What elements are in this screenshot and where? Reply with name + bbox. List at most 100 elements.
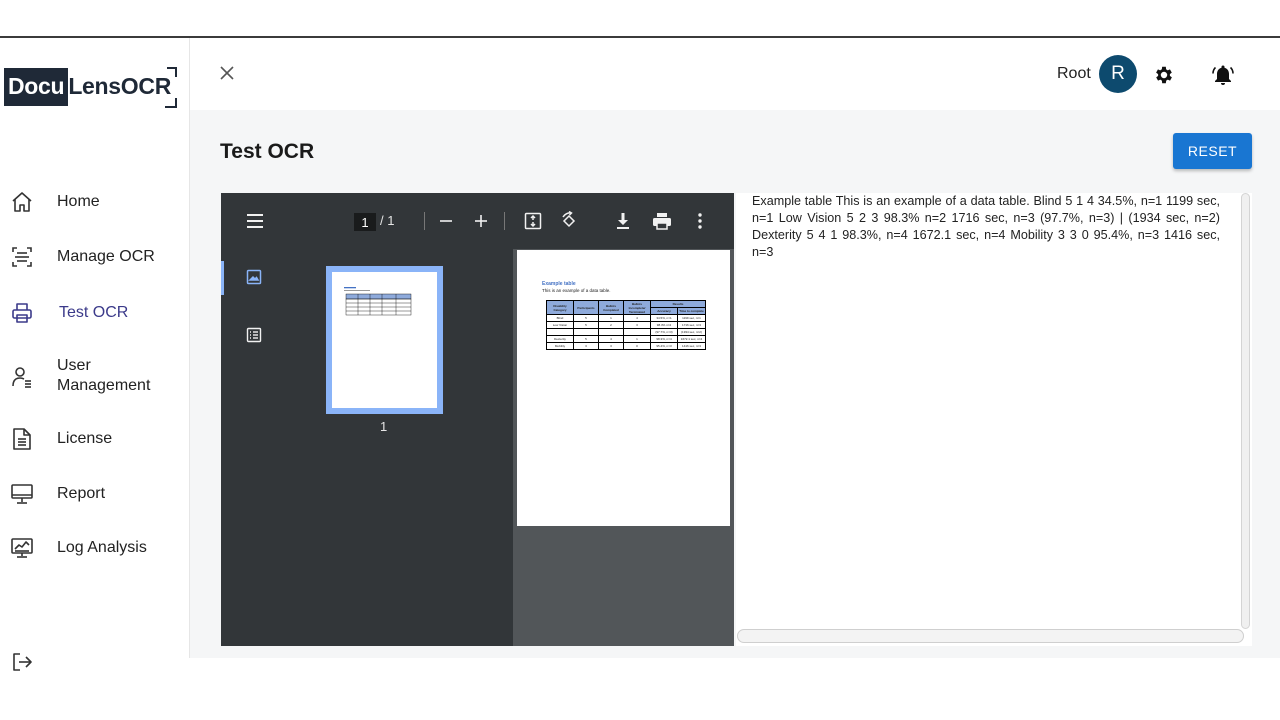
table-cell: Mobility: [546, 342, 574, 350]
toolbar-divider: [424, 212, 425, 230]
gear-icon[interactable]: [1153, 64, 1175, 86]
table-subheader: Accuracy: [650, 307, 678, 315]
table-cell: 5: [573, 321, 599, 329]
sidebar-item-license[interactable]: License: [0, 425, 189, 453]
sidebar: Docu LensOCR: [0, 38, 190, 658]
table-cell: 3: [573, 342, 599, 350]
horizontal-scrollbar[interactable]: [737, 629, 1244, 643]
menu-icon[interactable]: [245, 211, 265, 231]
pdf-viewer: 1 / 1 1 Example table This is an example…: [221, 193, 734, 646]
table-cell: 98.3%, n=4: [650, 335, 678, 343]
table-cell: 98.3% n=2: [650, 321, 678, 329]
logo-light-part: LensOCR: [68, 67, 177, 108]
active-tab-indicator: [221, 261, 224, 295]
table-cell: 5: [573, 314, 599, 322]
doc-title: Example table: [542, 281, 576, 287]
table-cell: 95.4%, n=3: [650, 342, 678, 350]
table-cell: [598, 328, 624, 336]
bell-ringing-icon[interactable]: [1211, 63, 1235, 87]
fit-page-icon[interactable]: [523, 211, 543, 231]
ocr-result-text: Example table This is an example of a da…: [752, 194, 1220, 259]
table-cell: (97.7%, n=3): [650, 328, 678, 336]
zoom-out-icon[interactable]: [436, 211, 456, 231]
doc-table: Disability Category Participants Ballots…: [546, 300, 706, 350]
table-header: Results: [650, 300, 706, 308]
download-icon[interactable]: [613, 211, 633, 231]
reset-button[interactable]: RESET: [1173, 133, 1252, 169]
sidebar-item-label: Report: [57, 485, 106, 502]
table-cell: 1: [598, 314, 624, 322]
scan-icon: [9, 244, 35, 270]
app-logo[interactable]: Docu LensOCR: [4, 65, 177, 109]
table-cell: 0: [623, 342, 651, 350]
logout-icon[interactable]: [10, 650, 34, 674]
rotate-icon[interactable]: [558, 210, 580, 232]
sidebar-item-label: Log Analysis: [57, 539, 147, 556]
table-cell: Blind: [546, 314, 574, 322]
pdf-toolbar: 1 / 1: [221, 193, 734, 249]
table-cell: 1199 sec, n=1: [677, 314, 706, 322]
table-cell: 1672.1 sec, n=4: [677, 335, 706, 343]
user-manage-icon: [9, 364, 35, 390]
table-cell: Low Vision: [546, 321, 574, 329]
table-cell: (1934 sec, n=2): [677, 328, 706, 336]
table-cell: 3: [623, 321, 651, 329]
sidebar-item-log-analysis[interactable]: Log Analysis: [0, 534, 189, 562]
table-row: Blind 5 1 4 34.5%, n=1 1199 sec, n=1: [546, 314, 706, 322]
table-cell: 3: [598, 342, 624, 350]
table-row: Dexterity 5 4 1 98.3%, n=4 1672.1 sec, n=4: [546, 335, 706, 343]
table-cell: [623, 328, 651, 336]
sidebar-item-report[interactable]: Report: [0, 480, 189, 508]
sidebar-item-home[interactable]: Home: [0, 188, 189, 216]
table-cell: 1: [623, 335, 651, 343]
table-cell: 1416 sec, n=3: [677, 342, 706, 350]
document-icon: [9, 426, 35, 452]
thumbnail-page-number: 1: [380, 419, 388, 434]
sidebar-item-label: Home: [57, 193, 100, 210]
more-options-icon[interactable]: [691, 211, 709, 231]
printer-icon: [9, 300, 35, 326]
page-title: Test OCR: [220, 140, 315, 163]
table-cell: 2: [598, 321, 624, 329]
toolbar-divider: [504, 212, 505, 230]
sidebar-item-label: Manage OCR: [57, 248, 155, 265]
vertical-scrollbar[interactable]: [1241, 193, 1250, 629]
page-thumbnail[interactable]: [326, 266, 443, 414]
logo-dark-part: Docu: [4, 68, 69, 106]
table-cell: [546, 328, 574, 336]
doc-subtitle: This is an example of a data table.: [542, 288, 611, 293]
monitor-icon: [9, 481, 35, 507]
table-header: Ballots Completed: [598, 300, 624, 315]
thumbnail-preview: [344, 287, 412, 316]
table-cell: 34.5%, n=1: [650, 314, 678, 322]
sidebar-item-label: User Management: [57, 357, 151, 394]
close-icon[interactable]: [218, 64, 236, 82]
page-number-input[interactable]: 1: [354, 213, 376, 231]
page-count: / 1: [380, 213, 395, 228]
table-header: Participants: [573, 300, 599, 315]
table-cell: 4: [623, 314, 651, 322]
sidebar-item-manage-ocr[interactable]: Manage OCR: [0, 243, 189, 271]
analytics-icon: [9, 535, 35, 561]
table-row: (97.7%, n=3) (1934 sec, n=2): [546, 328, 706, 336]
sidebar-item-test-ocr[interactable]: Test OCR: [0, 299, 189, 327]
table-cell: 4: [598, 335, 624, 343]
outline-view-icon[interactable]: [245, 326, 263, 344]
table-cell: 5: [573, 335, 599, 343]
thumbnail-page: [332, 272, 437, 408]
thumbnail-view-icon[interactable]: [245, 268, 263, 286]
table-header: Ballots Incomplete/ Terminated: [623, 300, 651, 315]
sidebar-item-user-management[interactable]: User Management: [0, 355, 189, 397]
home-icon: [9, 189, 35, 215]
table-cell: Dexterity: [546, 335, 574, 343]
sidebar-item-label: License: [57, 430, 113, 447]
zoom-in-icon[interactable]: [471, 211, 491, 231]
table-row: Mobility 3 3 0 95.4%, n=3 1416 sec, n=3: [546, 342, 706, 350]
table-header: Disability Category: [546, 300, 574, 315]
table-row: Low Vision 5 2 3 98.3% n=2 1716 sec, n=3: [546, 321, 706, 329]
avatar[interactable]: R: [1099, 55, 1137, 93]
table-cell: [573, 328, 599, 336]
pdf-page: Example table This is an example of a da…: [517, 250, 730, 526]
sidebar-item-label: Test OCR: [59, 304, 129, 321]
print-icon[interactable]: [651, 211, 673, 231]
